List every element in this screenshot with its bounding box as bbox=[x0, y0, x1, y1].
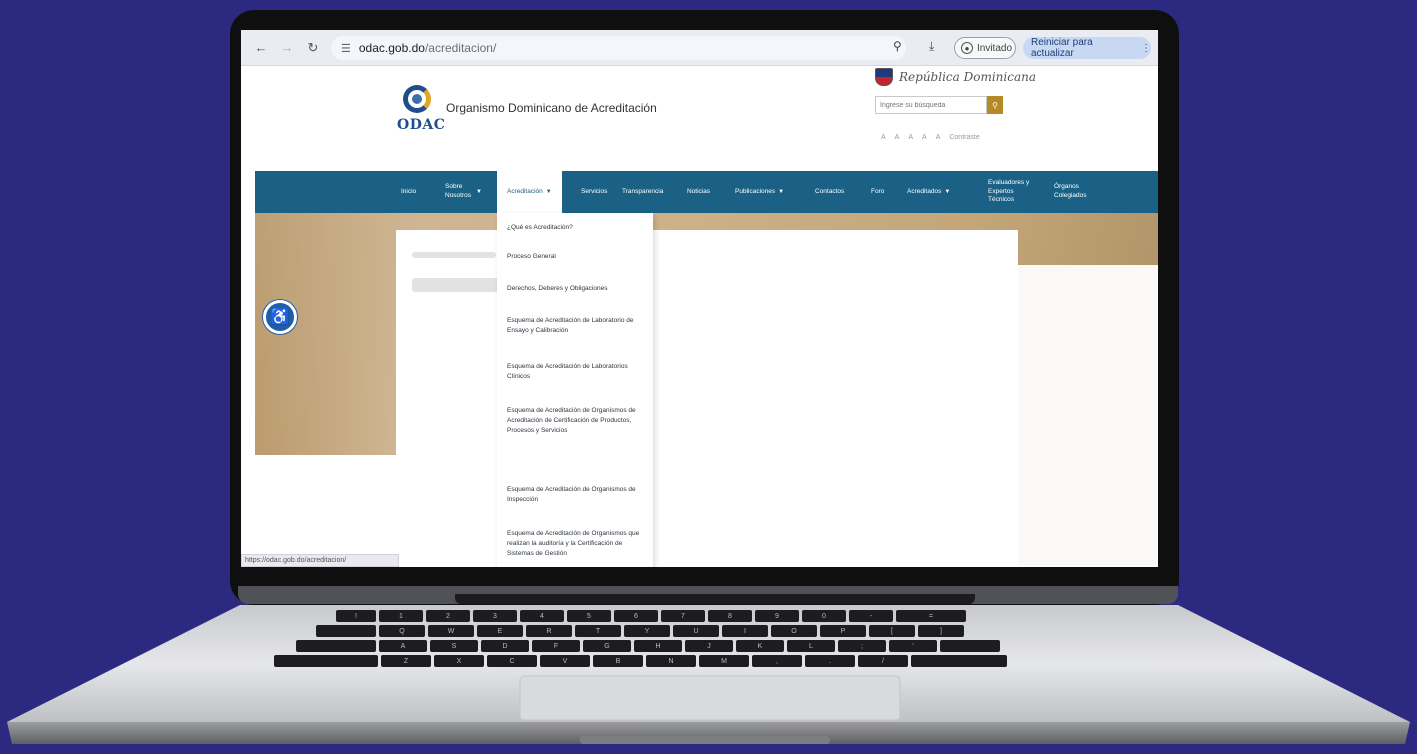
key[interactable]: R bbox=[526, 625, 572, 637]
key-caps[interactable] bbox=[296, 640, 376, 652]
key[interactable]: Q bbox=[379, 625, 425, 637]
key[interactable]: 9 bbox=[755, 610, 799, 622]
key[interactable]: ; bbox=[838, 640, 886, 652]
key[interactable]: J bbox=[685, 640, 733, 652]
key[interactable]: 6 bbox=[614, 610, 658, 622]
key[interactable]: 5 bbox=[567, 610, 611, 622]
key[interactable]: B bbox=[593, 655, 643, 667]
key[interactable]: A bbox=[379, 640, 427, 652]
key[interactable]: C bbox=[487, 655, 537, 667]
keyboard: ! 1 2 3 4 5 6 7 8 9 0 - = Q W E R T Y U … bbox=[250, 608, 1170, 674]
key[interactable]: D bbox=[481, 640, 529, 652]
key[interactable]: 3 bbox=[473, 610, 517, 622]
key[interactable]: K bbox=[736, 640, 784, 652]
key[interactable]: 7 bbox=[661, 610, 705, 622]
key[interactable]: / bbox=[858, 655, 908, 667]
key[interactable]: L bbox=[787, 640, 835, 652]
key[interactable]: O bbox=[771, 625, 817, 637]
key[interactable]: S bbox=[430, 640, 478, 652]
key[interactable]: G bbox=[583, 640, 631, 652]
key[interactable]: F bbox=[532, 640, 580, 652]
key[interactable]: W bbox=[428, 625, 474, 637]
key[interactable]: ! bbox=[336, 610, 376, 622]
key[interactable]: V bbox=[540, 655, 590, 667]
key[interactable]: I bbox=[722, 625, 768, 637]
key[interactable]: 1 bbox=[379, 610, 423, 622]
key[interactable]: . bbox=[805, 655, 855, 667]
key-shift-right[interactable] bbox=[911, 655, 1007, 667]
key[interactable]: [ bbox=[869, 625, 915, 637]
key-tab[interactable] bbox=[316, 625, 376, 637]
key[interactable]: 4 bbox=[520, 610, 564, 622]
key[interactable]: = bbox=[896, 610, 966, 622]
key[interactable]: Z bbox=[381, 655, 431, 667]
key[interactable]: ] bbox=[918, 625, 964, 637]
key[interactable]: ' bbox=[889, 640, 937, 652]
key[interactable]: H bbox=[634, 640, 682, 652]
key[interactable]: - bbox=[849, 610, 893, 622]
key[interactable]: P bbox=[820, 625, 866, 637]
key[interactable]: 2 bbox=[426, 610, 470, 622]
key[interactable]: E bbox=[477, 625, 523, 637]
key[interactable]: 8 bbox=[708, 610, 752, 622]
key[interactable]: Y bbox=[624, 625, 670, 637]
key-enter[interactable] bbox=[940, 640, 1000, 652]
key[interactable]: N bbox=[646, 655, 696, 667]
key-shift[interactable] bbox=[274, 655, 378, 667]
key[interactable]: 0 bbox=[802, 610, 846, 622]
key[interactable]: U bbox=[673, 625, 719, 637]
key[interactable]: , bbox=[752, 655, 802, 667]
key[interactable]: T bbox=[575, 625, 621, 637]
key[interactable]: X bbox=[434, 655, 484, 667]
key[interactable]: M bbox=[699, 655, 749, 667]
